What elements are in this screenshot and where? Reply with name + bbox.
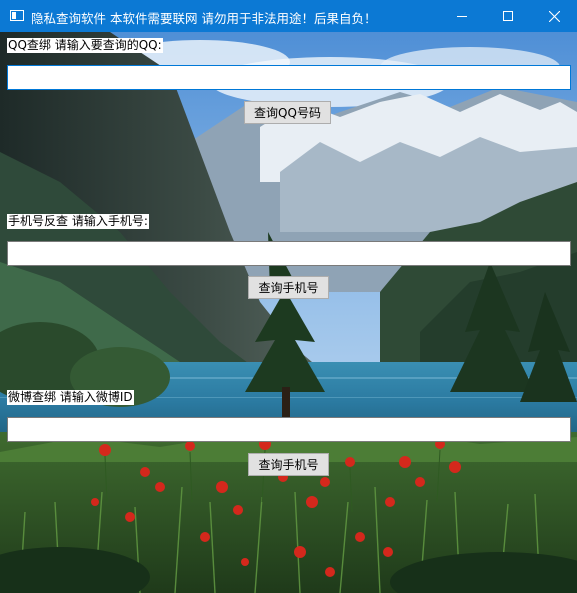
minimize-button[interactable] [439, 0, 485, 32]
maximize-button[interactable] [485, 0, 531, 32]
minimize-icon [457, 16, 467, 17]
qq-prompt-label: QQ查绑 请输入要查询的QQ: [7, 38, 163, 53]
app-window: 隐私查询软件 本软件需要联网 请勿用于非法用途！后果自负！ QQ查绑 请输入要查… [0, 0, 577, 593]
title-bar[interactable]: 隐私查询软件 本软件需要联网 请勿用于非法用途！后果自负！ [0, 0, 577, 32]
query-qq-button[interactable]: 查询QQ号码 [244, 101, 331, 124]
close-icon [548, 10, 560, 22]
qq-number-input[interactable] [7, 65, 571, 90]
phone-prompt-label: 手机号反查 请输入手机号: [7, 214, 149, 229]
phone-number-input[interactable] [7, 241, 571, 266]
window-title: 隐私查询软件 本软件需要联网 请勿用于非法用途！后果自负！ [31, 11, 377, 26]
maximize-icon [503, 11, 513, 21]
query-phone-button[interactable]: 查询手机号 [248, 276, 329, 299]
weibo-id-input[interactable] [7, 417, 571, 442]
query-weibo-button[interactable]: 查询手机号 [248, 453, 329, 476]
weibo-prompt-label: 微博查绑 请输入微博ID [7, 390, 134, 405]
close-button[interactable] [531, 0, 577, 32]
window-app-icon [10, 10, 24, 21]
